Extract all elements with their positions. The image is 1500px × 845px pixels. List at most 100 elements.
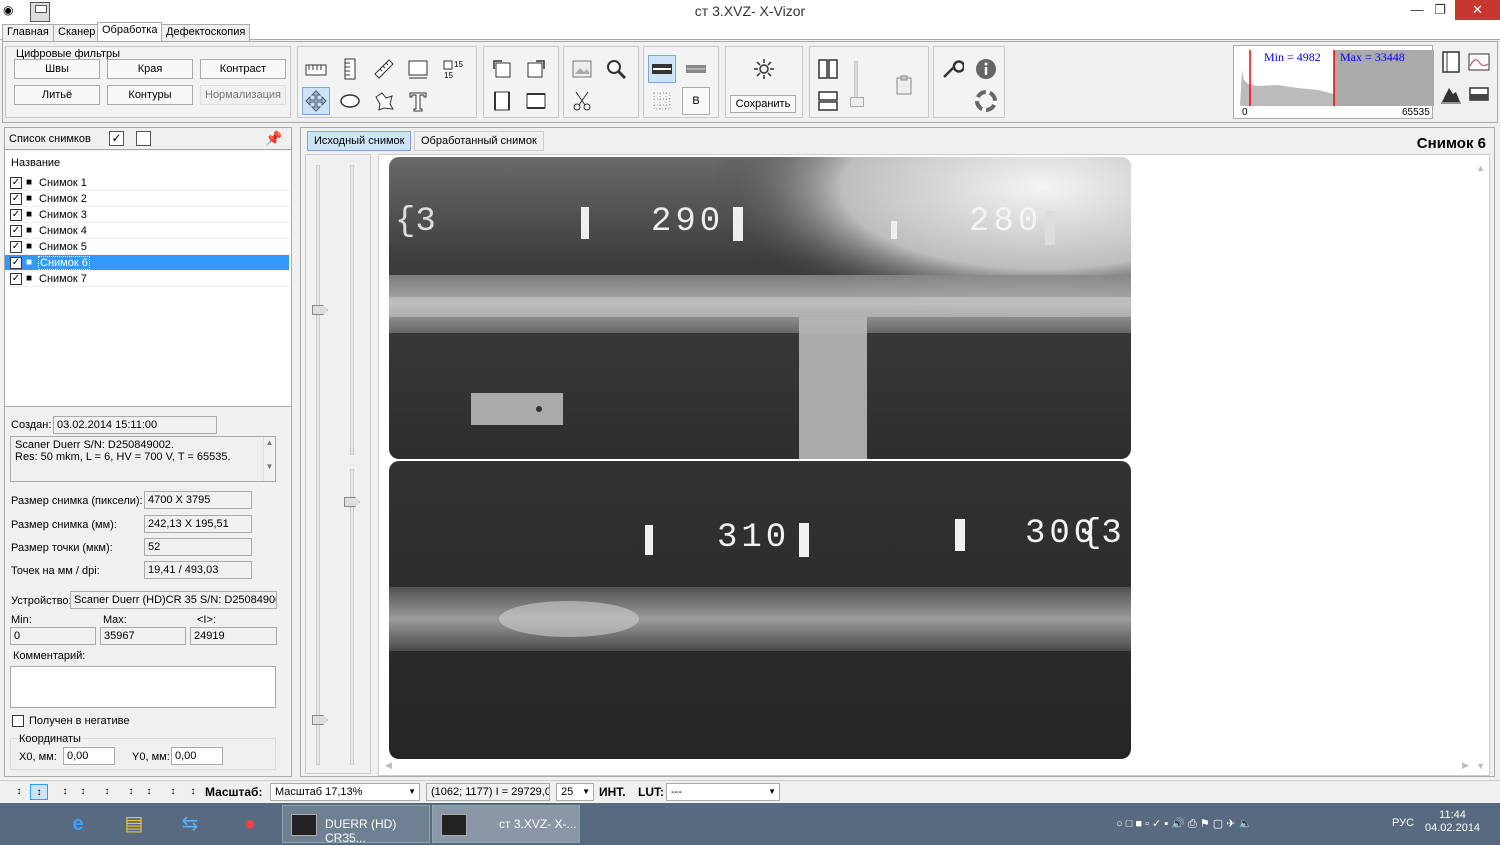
tab-processing[interactable]: Обработка <box>97 22 163 41</box>
list-item[interactable]: ✓ ■ Снимок 1 <box>5 175 289 191</box>
explorer-icon[interactable]: ▤ <box>114 805 154 843</box>
save-button[interactable]: Сохранить <box>730 95 796 113</box>
x0-field[interactable]: 0,00 <box>63 747 115 765</box>
zoom-1-icon[interactable]: ↕ <box>56 784 74 800</box>
chrome-icon[interactable]: ● <box>230 805 270 843</box>
zoom-4-icon[interactable]: ↕ <box>122 784 140 800</box>
tab-source-image[interactable]: Исходный снимок <box>307 131 412 151</box>
list-item[interactable]: ✓ ■ Снимок 7 <box>5 271 289 287</box>
list-item-checkbox[interactable]: ✓ <box>10 241 22 253</box>
list-item-checkbox[interactable]: ✓ <box>10 225 22 237</box>
scissors-icon[interactable] <box>568 87 596 115</box>
fit-page-icon[interactable]: ↕ <box>30 784 48 800</box>
strip-icon[interactable] <box>682 55 710 83</box>
avg-field[interactable]: 24919 <box>190 627 277 645</box>
taskbar-window-duerr[interactable]: DUERR (HD) CR35... <box>282 805 430 845</box>
zoom-3-icon[interactable]: ↕ <box>98 784 116 800</box>
scroll-right-arrow[interactable]: ▶ <box>1462 760 1469 771</box>
help-lifebuoy-icon[interactable] <box>972 87 1000 115</box>
size-15-icon[interactable]: 15 15 <box>440 55 468 83</box>
list-item-checkbox[interactable]: ✓ <box>10 257 22 269</box>
pin-icon[interactable]: 📌 <box>265 130 282 147</box>
list-item[interactable]: ✓ ■ Снимок 2 <box>5 191 289 207</box>
filter-normalize-button[interactable]: Нормализация <box>200 85 286 105</box>
move-icon[interactable] <box>302 87 330 115</box>
list-item-checkbox[interactable]: ✓ <box>10 209 22 221</box>
min-field[interactable]: 0 <box>10 627 96 645</box>
zoom-5-icon[interactable]: ↕ <box>140 784 158 800</box>
y0-field[interactable]: 0,00 <box>171 747 223 765</box>
ruler-vertical-icon[interactable] <box>336 55 364 83</box>
close-button[interactable]: ✕ <box>1455 0 1500 20</box>
description-field[interactable]: Scaner Duerr S/N: D250849002. Res: 50 mk… <box>10 436 276 482</box>
grid-icon[interactable] <box>648 87 676 115</box>
dpi-field[interactable]: 19,41 / 493,03 <box>144 561 252 579</box>
info-icon[interactable] <box>972 55 1000 83</box>
tab-scanner[interactable]: Сканер <box>53 24 101 41</box>
filter-contours-button[interactable]: Контуры <box>107 85 193 105</box>
ie-icon[interactable]: e <box>58 805 98 843</box>
histogram-curve-icon[interactable] <box>1465 48 1493 76</box>
histogram-box-icon[interactable] <box>1465 80 1493 108</box>
scroll-down-arrow[interactable]: ▼ <box>1476 761 1485 771</box>
list-item-checkbox[interactable]: ✓ <box>10 177 22 189</box>
list-item-checkbox[interactable]: ✓ <box>10 193 22 205</box>
check-all-icon[interactable]: ✓ <box>109 131 124 146</box>
negative-checkbox[interactable] <box>12 715 24 727</box>
maximize-button[interactable]: ❐ <box>1425 0 1455 20</box>
size-px-field[interactable]: 4700 X 3795 <box>144 491 252 509</box>
frame-measure-icon[interactable] <box>404 55 432 83</box>
polygon-icon[interactable] <box>370 87 398 115</box>
taskbar-window-xvizor[interactable]: ст 3.XVZ- X-... <box>432 805 580 843</box>
filter-seams-button[interactable]: Швы <box>14 59 100 79</box>
ruler-diagonal-icon[interactable] <box>370 55 398 83</box>
split-vertical-icon[interactable] <box>814 55 842 83</box>
slider-thumb-3[interactable] <box>312 715 328 725</box>
scroll-left-arrow[interactable]: ◀ <box>385 760 392 771</box>
size-mm-field[interactable]: 242,13 X 195,51 <box>144 515 252 533</box>
uncheck-all-icon[interactable] <box>136 131 151 146</box>
filter-casting-button[interactable]: Литьё <box>14 85 100 105</box>
histogram-frame-icon[interactable] <box>1437 48 1465 76</box>
clipboard-icon[interactable] <box>890 71 918 99</box>
brightness-icon[interactable] <box>750 55 778 83</box>
tab-processed-image[interactable]: Обработанный снимок <box>414 131 544 151</box>
description-scrollbar[interactable]: ▲ ▼ <box>263 437 275 481</box>
ruler-horizontal-icon[interactable] <box>302 55 330 83</box>
teamviewer-icon[interactable]: ⇆ <box>170 805 210 843</box>
fit-width-icon[interactable]: ↕ <box>10 784 28 800</box>
rotate-right-icon[interactable] <box>522 55 550 83</box>
split-horizontal-icon[interactable] <box>814 87 842 115</box>
filter-contrast-button[interactable]: Контраст <box>200 59 286 79</box>
slider-track-right-top[interactable] <box>350 165 354 455</box>
profile-icon[interactable] <box>648 55 676 83</box>
list-item[interactable]: ✓ ■ Снимок 5 <box>5 239 289 255</box>
zoom-2-icon[interactable]: ↕ <box>74 784 92 800</box>
lut-combo[interactable]: --- ▼ <box>666 783 780 801</box>
tray-icons[interactable]: ○ □ ■ ▫ ✓ ▪ 🔊 ⎙ ⚑ ▢ ✈ 🔈 <box>1116 817 1252 831</box>
flip-vertical-icon[interactable] <box>488 87 516 115</box>
tab-main[interactable]: Главная <box>2 24 54 41</box>
slider-thumb-2[interactable] <box>344 497 360 507</box>
scroll-up-arrow[interactable]: ▲ <box>1476 163 1485 173</box>
slider-track-right-bottom[interactable] <box>350 469 354 765</box>
created-field[interactable]: 03.02.2014 15:11:00 <box>53 416 217 434</box>
tab-defectoscopy[interactable]: Дефектоскопия <box>161 24 251 41</box>
scale-combo[interactable]: Масштаб 17,13% ▼ <box>270 783 420 801</box>
aperture-combo[interactable]: 25 ▼ <box>556 783 594 801</box>
ellipse-icon[interactable] <box>336 87 364 115</box>
list-item[interactable]: ✓ ■ Снимок 3 <box>5 207 289 223</box>
image-icon[interactable] <box>568 55 596 83</box>
text-tool-icon[interactable] <box>404 87 432 115</box>
zoom-7-icon[interactable]: ↕ <box>184 784 202 800</box>
rotate-left-icon[interactable] <box>488 55 516 83</box>
histogram-panel[interactable]: Min = 4982 Max = 33448 0 65535 <box>1233 45 1434 119</box>
b-button[interactable]: B <box>682 87 710 115</box>
slider-track-left[interactable] <box>316 165 320 765</box>
histogram-peak-icon[interactable] <box>1437 80 1465 108</box>
wrench-icon[interactable] <box>938 55 966 83</box>
zoom-6-icon[interactable]: ↕ <box>164 784 182 800</box>
slider-thumb-1[interactable] <box>312 305 328 315</box>
list-item[interactable]: ✓ ■ Снимок 4 <box>5 223 289 239</box>
list-item[interactable]: ✓ ■ Снимок 6 <box>5 255 289 271</box>
